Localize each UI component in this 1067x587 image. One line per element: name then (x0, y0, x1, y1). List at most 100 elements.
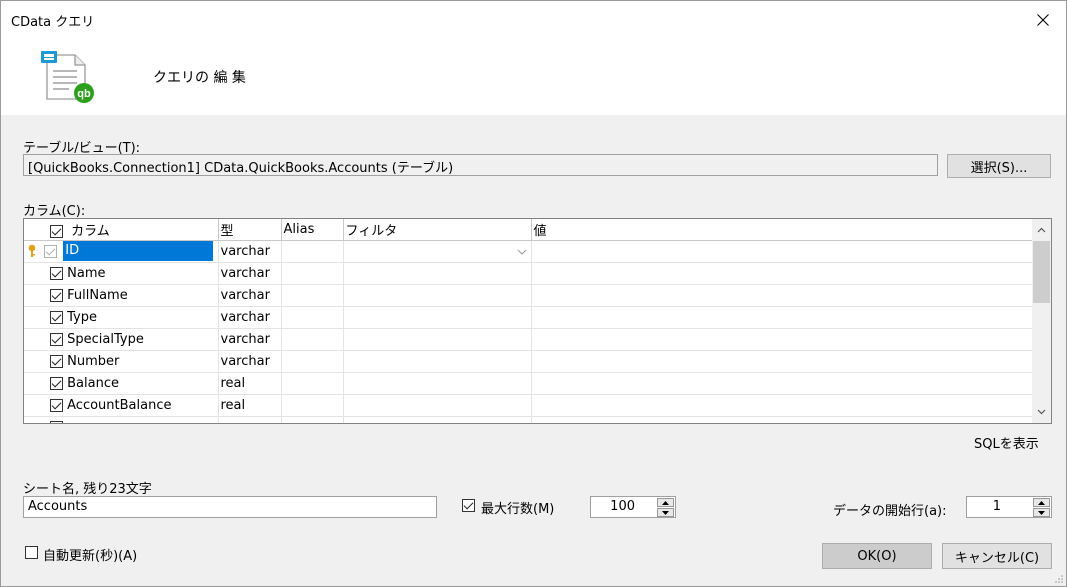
row-checkbox[interactable] (44, 244, 58, 258)
spin-down-button[interactable] (657, 508, 674, 517)
spin-up-button[interactable] (657, 498, 674, 507)
alias-cell[interactable] (281, 240, 344, 263)
value-cell[interactable] (531, 350, 1034, 373)
column-name-cell[interactable]: SpecialType (24, 328, 219, 351)
auto-refresh-label: 自動更新(秒)(A) (43, 549, 138, 564)
sheet-name-input[interactable]: Accounts (23, 496, 437, 518)
column-name: SpecialType (67, 331, 144, 347)
column-header-alias[interactable]: Alias (281, 219, 344, 241)
filter-cell[interactable] (343, 240, 532, 263)
alias-cell[interactable] (281, 306, 344, 329)
close-button[interactable] (1020, 1, 1066, 39)
table-row[interactable]: ID varchar (24, 240, 1034, 263)
alias-cell[interactable] (281, 328, 344, 351)
value-cell[interactable] (531, 394, 1034, 417)
row-checkbox[interactable] (50, 266, 63, 280)
filter-cell[interactable] (343, 372, 532, 395)
column-name-cell[interactable]: Type (24, 306, 219, 329)
arrow-up-icon (662, 500, 669, 505)
scroll-down-button[interactable] (1032, 403, 1051, 421)
alias-cell[interactable] (281, 416, 344, 423)
row-checkbox[interactable] (50, 376, 63, 390)
column-name-cell[interactable]: FullName (24, 284, 219, 307)
select-button[interactable]: 選択(S)... (947, 154, 1051, 178)
show-sql-link[interactable]: SQLを表示 (974, 433, 1039, 452)
arrow-down-icon (1038, 510, 1045, 515)
table-row[interactable]: FullName varchar (24, 284, 1034, 307)
row-checkbox[interactable] (50, 420, 63, 423)
row-checkbox[interactable] (50, 398, 63, 412)
cancel-button[interactable]: キャンセル(C) (942, 543, 1052, 569)
value-cell[interactable] (531, 306, 1034, 329)
value-cell[interactable] (531, 416, 1034, 423)
alias-cell[interactable] (281, 284, 344, 307)
max-rows-checkbox[interactable] (462, 499, 475, 512)
column-header-filter[interactable]: フィルタ (343, 219, 532, 241)
table-row[interactable]: Balance real (24, 372, 1034, 395)
dialog-header: qb クエリの 編 集 (1, 39, 1066, 115)
scroll-thumb[interactable] (1033, 241, 1050, 303)
grid-header-row: カラム 型 Alias フィルタ 値 (24, 219, 1034, 241)
column-name-cell[interactable] (24, 416, 219, 423)
row-checkbox[interactable] (50, 310, 63, 324)
select-all-checkbox[interactable] (50, 224, 63, 238)
table-row[interactable]: Type varchar (24, 306, 1034, 329)
filter-cell[interactable] (343, 416, 532, 423)
spin-up-button[interactable] (1033, 498, 1050, 507)
row-checkbox[interactable] (50, 332, 63, 346)
alias-cell[interactable] (281, 262, 344, 285)
ok-button[interactable]: OK(O) (822, 543, 932, 569)
column-name-cell[interactable]: Name (24, 262, 219, 285)
value-cell[interactable] (531, 372, 1034, 395)
column-name: AccountBalance (67, 397, 172, 413)
scroll-up-button[interactable] (1032, 221, 1051, 239)
column-header-name[interactable]: カラム (24, 219, 219, 241)
spin-down-button[interactable] (1033, 508, 1050, 517)
value-cell[interactable] (531, 328, 1034, 351)
table-row[interactable]: AccountBalance real (24, 394, 1034, 417)
filter-cell[interactable] (343, 328, 532, 351)
filter-cell[interactable] (343, 262, 532, 285)
column-type: real (218, 394, 282, 417)
dialog-title: クエリの 編 集 (153, 70, 246, 86)
table-row[interactable]: SpecialType varchar (24, 328, 1034, 351)
column-type: varchar (218, 262, 282, 285)
window-title: CData クエリ (11, 15, 95, 30)
filter-cell[interactable] (343, 284, 532, 307)
sheet-name-label: シート名, 残り23文字 (23, 482, 152, 497)
filter-cell[interactable] (343, 394, 532, 417)
column-header-type[interactable]: 型 (218, 219, 282, 241)
alias-cell[interactable] (281, 350, 344, 373)
row-checkbox[interactable] (50, 354, 63, 368)
table-row[interactable] (24, 416, 1034, 423)
table-row[interactable]: Name varchar (24, 262, 1034, 285)
value-cell[interactable] (531, 240, 1034, 263)
query-dialog: CData クエリ qb クエリの 編 集 テーブル/ビュー(T): [Quic… (0, 0, 1067, 587)
auto-refresh-checkbox[interactable] (25, 546, 38, 559)
table-view-field[interactable]: [QuickBooks.Connection1] CData.QuickBook… (23, 154, 938, 176)
max-rows-input[interactable]: 100 (590, 496, 676, 518)
column-name: Name (67, 265, 106, 281)
value-cell[interactable] (531, 262, 1034, 285)
max-rows-spinner[interactable] (657, 498, 674, 517)
column-name-cell[interactable]: AccountBalance (24, 394, 219, 417)
max-rows-value: 100 (610, 499, 635, 514)
alias-cell[interactable] (281, 394, 344, 417)
start-row-input[interactable]: 1 (966, 496, 1052, 518)
max-rows-label: 最大行数(M) (481, 502, 555, 517)
chevron-down-icon[interactable] (517, 249, 527, 255)
alias-cell[interactable] (281, 372, 344, 395)
column-name-cell[interactable]: ID (24, 240, 219, 263)
filter-cell[interactable] (343, 306, 532, 329)
column-name-cell[interactable]: Number (24, 350, 219, 373)
grid-scrollbar[interactable] (1032, 219, 1051, 423)
resize-grip-icon[interactable] (1054, 574, 1064, 584)
filter-cell[interactable] (343, 350, 532, 373)
row-checkbox[interactable] (50, 288, 63, 302)
value-cell[interactable] (531, 284, 1034, 307)
column-header-value[interactable]: 値 (531, 219, 1034, 241)
column-name-cell[interactable]: Balance (24, 372, 219, 395)
start-row-spinner[interactable] (1033, 498, 1050, 517)
svg-text:qb: qb (77, 88, 91, 100)
table-row[interactable]: Number varchar (24, 350, 1034, 373)
